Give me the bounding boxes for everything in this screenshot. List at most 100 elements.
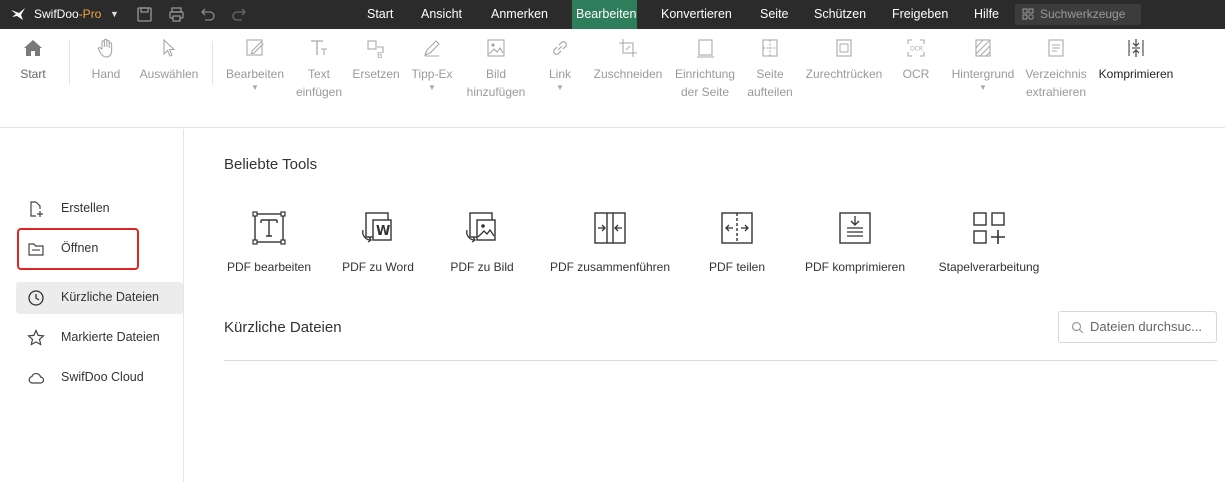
cursor-icon [163,38,176,57]
ribbon-toolbar: Start Hand Auswählen Bearbeiten ▼ Text e… [0,29,1225,128]
menu-hilfe[interactable]: Hilfe [970,0,1002,29]
menu-bearbeiten[interactable]: Bearbeiten [572,0,637,29]
search-icon [1071,321,1084,334]
tool-label: PDF zu Word [342,260,414,274]
tool-label: PDF zusammenführen [549,260,671,274]
hand-icon [97,38,113,58]
sidebar-item-create[interactable]: Erstellen [16,193,183,225]
ribbon-tippex-button[interactable]: Tipp-Ex ▼ [408,37,456,93]
ribbon-page-setup-label-1: Einrichtung [674,67,736,81]
menu-ansicht[interactable]: Ansicht [417,0,466,29]
tool-pdf-split[interactable]: PDF teilen [704,208,770,274]
file-search-placeholder: Dateien durchsuc... [1090,319,1203,334]
ribbon-extract-toc-button[interactable]: Verzeichnis extrahieren [1024,37,1088,101]
sidebar-item-starred-files[interactable]: Markierte Dateien [16,322,183,354]
ribbon-insert-text-label-1: Text [307,67,330,81]
ribbon-tippex-caret-icon[interactable]: ▼ [408,83,456,93]
tool-label: PDF zu Bild [450,260,514,274]
ribbon-split-page-button[interactable]: Seite aufteilen [743,37,797,101]
ribbon-divider [212,41,213,85]
text-icon [311,40,327,55]
menu-konvertieren[interactable]: Konvertieren [657,0,734,29]
tool-label: PDF bearbeiten [226,260,312,274]
ribbon-add-image-label-2: hinzufügen [466,85,526,99]
merge-icon [594,212,626,244]
sidebar-item-recent-files[interactable]: Kürzliche Dateien [16,282,183,314]
ribbon-page-setup-button[interactable]: Einrichtung der Seite [671,37,739,101]
ribbon-background-caret-icon[interactable]: ▼ [948,83,1018,93]
app-name[interactable]: SwifDoo-Pro [34,7,101,21]
pdf-to-word-icon: W [362,212,392,243]
ribbon-edit-label: Bearbeiten [225,67,285,81]
ribbon-link-label: Link [548,67,571,81]
image-icon [487,39,505,57]
svg-text:B: B [377,51,383,59]
svg-text:OCR: OCR [910,46,923,53]
divider [224,360,1217,361]
save-icon[interactable] [136,6,153,23]
app-menu-caret-icon[interactable]: ▼ [110,9,119,19]
ribbon-compress-label: Komprimieren [1098,67,1174,81]
file-search-input[interactable]: Dateien durchsuc... [1058,311,1217,343]
edit-icon [246,39,264,56]
menu-freigeben[interactable]: Freigeben [888,0,948,29]
menu-schuetzen[interactable]: Schützen [810,0,866,29]
ribbon-ocr-label: OCR [902,67,930,81]
ribbon-extract-toc-label-1: Verzeichnis [1025,67,1087,81]
sidebar-item-swifdoo-cloud[interactable]: SwifDoo Cloud [16,362,183,394]
ribbon-insert-text-label-2: einfügen [295,85,343,99]
tool-batch-processing[interactable]: Stapelverarbeitung [934,208,1044,274]
redo-icon[interactable] [231,6,248,23]
ribbon-hand-label: Hand [91,67,121,81]
menu-anmerken[interactable]: Anmerken [487,0,551,29]
tool-pdf-compress[interactable]: PDF komprimieren [800,208,910,274]
tool-pdf-to-word[interactable]: W PDF zu Word [340,208,416,274]
ribbon-edit-caret-icon[interactable]: ▼ [225,83,285,93]
ribbon-edit-button[interactable]: Bearbeiten ▼ [225,37,285,93]
background-icon [975,39,991,57]
ribbon-ocr-button[interactable]: OCR OCR [897,37,935,83]
ribbon-start-button[interactable]: Start [14,37,52,83]
ribbon-straighten-button[interactable]: Zurechtrücken [803,37,885,83]
tool-pdf-edit[interactable]: PDF bearbeiten [224,208,314,274]
ribbon-crop-button[interactable]: Zuschneiden [591,37,665,83]
cloud-icon [28,372,45,384]
ribbon-start-label: Start [20,67,46,81]
ribbon-link-caret-icon[interactable]: ▼ [542,83,578,93]
pdf-to-image-icon [466,212,496,243]
ribbon-extract-toc-label-2: extrahieren [1025,85,1087,99]
home-icon [24,40,42,56]
search-tools-input[interactable]: Suchwerkzeuge [1015,4,1141,25]
tool-pdf-to-image[interactable]: PDF zu Bild [448,208,516,274]
swifdoo-logo-icon [11,8,25,20]
undo-icon[interactable] [199,6,216,23]
ocr-icon: OCR [907,39,925,57]
ribbon-hand-button[interactable]: Hand [86,37,126,83]
sidebar: Erstellen Öffnen Kürzliche Dateien Marki… [0,129,184,482]
sidebar-item-label: SwifDoo Cloud [61,370,144,384]
sidebar-item-label: Markierte Dateien [61,330,160,344]
ribbon-select-button[interactable]: Auswählen [139,37,199,83]
ribbon-replace-button[interactable]: B Ersetzen [352,37,400,83]
create-file-icon [30,201,43,217]
tool-label: PDF teilen [708,260,766,274]
ribbon-select-label: Auswählen [139,67,199,81]
edit-text-icon [252,211,286,245]
ribbon-add-image-button[interactable]: Bild hinzufügen [462,37,530,101]
split-page-icon [762,39,778,57]
title-bar: SwifDoo-Pro ▼ Start Ansicht Anmerken Bea… [0,0,1225,29]
search-tools-placeholder: Suchwerkzeuge [1040,7,1126,21]
ribbon-link-button[interactable]: Link ▼ [542,37,578,93]
ribbon-page-setup-label-2: der Seite [680,85,730,99]
menu-start[interactable]: Start [363,0,395,29]
ribbon-divider [69,41,70,85]
ribbon-compress-button[interactable]: Komprimieren [1096,37,1176,83]
print-icon[interactable] [168,6,185,23]
recent-files-title: Kürzliche Dateien [224,319,342,336]
ribbon-background-button[interactable]: Hintergrund ▼ [948,37,1018,93]
highlight-annotation [17,228,139,270]
tool-pdf-merge[interactable]: PDF zusammenführen [546,208,674,274]
menu-seite[interactable]: Seite [756,0,789,29]
batch-icon [973,212,1005,244]
ribbon-insert-text-button[interactable]: Text einfügen [292,37,346,101]
